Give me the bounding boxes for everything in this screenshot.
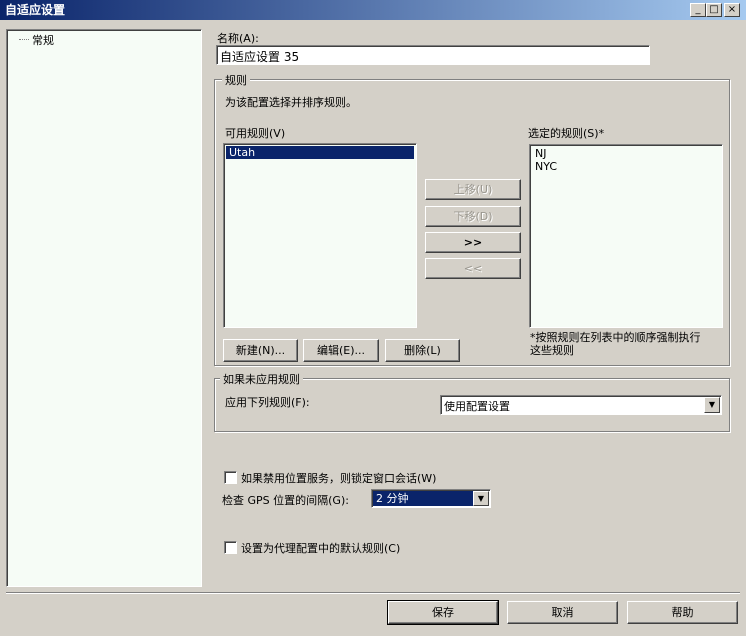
window-title-bar[interactable]: 自适应设置 — [0, 0, 746, 20]
selected-rules-list[interactable]: NJ NYC — [529, 144, 723, 328]
fallback-group-title: 如果未应用规则 — [220, 371, 303, 387]
tree-item-general[interactable]: 常规 — [32, 32, 54, 48]
lock-session-checkbox[interactable] — [224, 471, 237, 484]
tree-connector — [19, 39, 29, 40]
list-item[interactable]: Utah — [226, 146, 414, 159]
gps-interval-label: 检查 GPS 位置的间隔(G): — [222, 494, 349, 507]
list-item[interactable]: NJ — [532, 147, 720, 160]
apply-rule-value: 使用配置设置 — [444, 400, 510, 413]
lock-session-label: 如果禁用位置服务，则锁定窗口会话(W) — [241, 472, 437, 485]
apply-rule-select[interactable]: 使用配置设置 ▼ — [440, 395, 722, 415]
available-rules-list[interactable]: Utah — [223, 143, 417, 328]
name-input-value: 自适应设置 35 — [220, 50, 300, 64]
delete-rule-button[interactable]: 删除(L) — [385, 339, 460, 362]
navigation-tree[interactable]: 常规 — [6, 29, 202, 587]
maximize-button[interactable]: □ — [706, 3, 722, 17]
name-input[interactable]: 自适应设置 35 — [216, 45, 650, 65]
help-button[interactable]: 帮助 — [627, 601, 738, 624]
default-rule-label: 设置为代理配置中的默认规则(C) — [241, 542, 401, 555]
chevron-down-icon[interactable]: ▼ — [473, 491, 489, 506]
rules-group-title: 规则 — [222, 72, 250, 88]
available-rules-label: 可用规则(V) — [225, 127, 286, 140]
remove-rule-button[interactable]: << — [425, 258, 521, 279]
rules-order-note: *按照规则在列表中的顺序强制执行 这些规则 — [530, 331, 701, 357]
move-up-button[interactable]: 上移(U) — [425, 179, 521, 200]
window-title: 自适应设置 — [5, 3, 66, 17]
gps-interval-value: 2 分钟 — [373, 491, 473, 506]
minimize-button[interactable]: _ — [690, 3, 706, 17]
add-rule-button[interactable]: >> — [425, 232, 521, 253]
new-rule-button[interactable]: 新建(N)... — [223, 339, 298, 362]
tree-item-label: 常规 — [32, 34, 54, 47]
footer-divider — [6, 592, 740, 594]
default-rule-checkbox[interactable] — [224, 541, 237, 554]
rules-description: 为该配置选择并排序规则。 — [225, 96, 357, 109]
close-icon: × — [727, 4, 737, 15]
chevron-down-icon[interactable]: ▼ — [704, 397, 720, 413]
rules-order-note-line-1: *按照规则在列表中的顺序强制执行 — [530, 331, 701, 344]
close-button[interactable]: × — [724, 3, 740, 17]
gps-interval-select[interactable]: 2 分钟 ▼ — [371, 489, 491, 508]
list-item[interactable]: NYC — [532, 160, 720, 173]
rules-order-note-line-2: 这些规则 — [530, 344, 574, 357]
selected-rules-label: 选定的规则(S)* — [528, 127, 605, 140]
edit-rule-button[interactable]: 编辑(E)... — [303, 339, 379, 362]
minimize-icon: _ — [695, 4, 701, 15]
maximize-icon: □ — [709, 4, 719, 15]
apply-rule-label: 应用下列规则(F): — [225, 396, 310, 409]
move-down-button[interactable]: 下移(D) — [425, 206, 521, 227]
name-label: 名称(A): — [217, 32, 259, 45]
save-button[interactable]: 保存 — [387, 600, 499, 625]
cancel-button[interactable]: 取消 — [507, 601, 618, 624]
